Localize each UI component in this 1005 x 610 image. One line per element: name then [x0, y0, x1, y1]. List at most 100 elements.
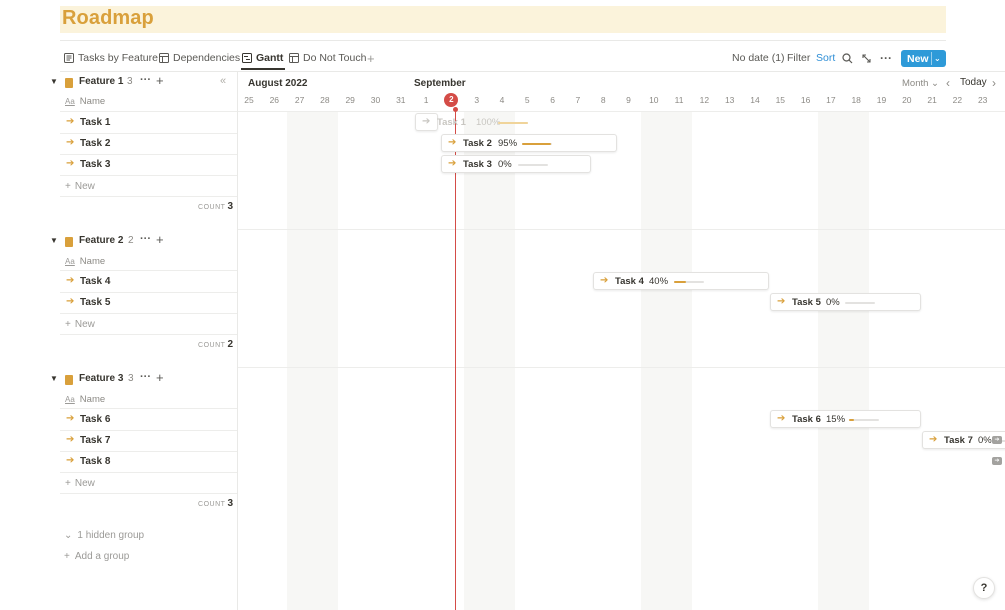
chevron-right-icon[interactable]: › [992, 76, 996, 90]
task-row[interactable]: ➔ Task 6 [60, 409, 238, 430]
offscreen-arrow-icon[interactable]: ➔ [992, 436, 1002, 444]
hidden-group-label: 1 hidden group [77, 530, 145, 541]
day-label: 16 [800, 95, 811, 105]
search-button[interactable] [842, 46, 853, 70]
hidden-group-toggle[interactable]: ⌄ 1 hidden group [64, 530, 144, 541]
task-bar[interactable]: ➔ Task 2 95% [441, 134, 617, 152]
filter-button[interactable]: Filter [787, 46, 810, 70]
more-icon[interactable]: ··· [140, 74, 151, 86]
task-bar[interactable]: ➔ Task 3 0% [441, 155, 591, 173]
task-bar-name: Task 5 [792, 297, 821, 308]
task-bar[interactable]: ➔ Task 6 15% [770, 410, 921, 428]
tab-label: Do Not Touch [303, 52, 367, 64]
arrow-right-icon: ➔ [66, 137, 75, 148]
tab-do-not-touch[interactable]: Do Not Touch [289, 46, 366, 70]
task-bar[interactable]: ➔ Task 5 0% [770, 293, 921, 311]
divider [60, 313, 238, 314]
expand-button[interactable] [861, 46, 872, 70]
plus-icon[interactable]: + [156, 370, 164, 385]
day-label: 19 [876, 95, 887, 105]
group-name: Feature 2 [79, 235, 124, 246]
help-button[interactable]: ? [973, 577, 995, 599]
task-row[interactable]: ➔ Task 4 [60, 271, 238, 292]
new-button[interactable]: New ⌄ [901, 50, 946, 67]
day-label: 22 [952, 95, 963, 105]
offscreen-arrow-icon[interactable]: ➔ [992, 457, 1002, 465]
day-label: 3 [474, 95, 480, 105]
page-icon [65, 237, 73, 247]
triangle-down-icon[interactable]: ▼ [50, 374, 58, 383]
new-row-button[interactable]: + New [65, 179, 95, 193]
task-bar-name: Task 4 [615, 276, 644, 287]
day-label: 26 [269, 95, 280, 105]
plus-icon[interactable]: + [156, 232, 164, 247]
day-label: 15 [775, 95, 786, 105]
arrow-right-icon: ➔ [777, 296, 786, 307]
scale-select[interactable]: Month ⌄ [902, 78, 939, 89]
new-row-button[interactable]: + New [65, 317, 95, 331]
task-row[interactable]: ➔ Task 1 [60, 112, 238, 133]
more-icon[interactable]: ··· [140, 371, 151, 383]
group-name: Feature 1 [79, 76, 124, 87]
progress-track [522, 143, 552, 145]
progress-track [849, 419, 879, 421]
collapse-icon[interactable]: « [220, 75, 226, 87]
divider [60, 334, 238, 335]
arrow-right-icon: ➔ [66, 413, 75, 424]
task-bar[interactable]: ➔ Task 4 40% [593, 272, 769, 290]
task-row[interactable]: ➔ Task 7 [60, 430, 238, 451]
divider [60, 196, 238, 197]
count-summary[interactable]: COUNT 2 [60, 339, 233, 350]
plus-icon[interactable]: + [156, 73, 164, 88]
tab-dependencies[interactable]: Dependencies [159, 46, 240, 70]
divider [238, 229, 1005, 230]
sort-button[interactable]: Sort [816, 46, 835, 70]
count-value: 3 [227, 201, 233, 212]
task-row[interactable]: ➔ Task 8 [60, 451, 238, 472]
count-summary[interactable]: COUNT 3 [60, 498, 233, 509]
day-label: 13 [724, 95, 735, 105]
task-bar-name: Task 2 [463, 138, 492, 149]
progress-track [674, 281, 704, 283]
more-icon[interactable]: ··· [140, 233, 151, 245]
day-label: 25 [244, 95, 254, 105]
chevron-left-icon[interactable]: ‹ [946, 76, 950, 90]
task-row[interactable]: ➔ Task 2 [60, 133, 238, 154]
new-row-label: New [74, 477, 95, 489]
day-label: 17 [826, 95, 836, 105]
count-value: 3 [227, 498, 233, 509]
task-row[interactable]: ➔ Task 5 [60, 292, 238, 313]
count-label: COUNT [198, 342, 226, 349]
page-title[interactable]: Roadmap [62, 7, 154, 30]
weekend-column [818, 111, 869, 610]
add-view-button[interactable]: + [367, 46, 375, 70]
board-icon [64, 53, 74, 63]
task-row[interactable]: ➔ Task 3 [60, 154, 238, 175]
day-label: 12 [699, 95, 710, 105]
day-label: 14 [750, 95, 760, 105]
tab-tasks-by-feature[interactable]: Tasks by Feature [64, 46, 158, 70]
progress-track [518, 164, 548, 166]
new-button-label: New [907, 52, 929, 65]
new-row-button[interactable]: + New [65, 476, 95, 490]
day-label: 9 [626, 95, 631, 105]
day-label: 8 [600, 95, 606, 105]
column-label: Name [79, 393, 106, 405]
no-date-button[interactable]: No date (1) [732, 46, 785, 70]
tab-gantt[interactable]: Gantt [242, 46, 283, 70]
count-summary[interactable]: COUNT 3 [60, 201, 233, 212]
today-button[interactable]: Today [960, 77, 987, 88]
triangle-down-icon[interactable]: ▼ [50, 236, 58, 245]
add-group-button[interactable]: + Add a group [64, 551, 129, 562]
divider [60, 493, 238, 494]
task-name: Task 7 [80, 435, 111, 446]
page-header: Roadmap [60, 6, 946, 33]
task-name: Task 1 [80, 117, 111, 128]
add-group-label: Add a group [74, 551, 130, 562]
gantt-timeline[interactable]: August 2022 September 25 26 27 28 29 30 31 1 2 3 4… [238, 72, 1005, 610]
task-bar[interactable]: ➔ Task 1 100% [415, 113, 528, 131]
divider [60, 472, 238, 473]
triangle-down-icon[interactable]: ▼ [50, 77, 58, 86]
chevron-down-icon[interactable]: ⌄ [934, 50, 941, 67]
more-options-icon[interactable]: ··· [880, 46, 892, 70]
